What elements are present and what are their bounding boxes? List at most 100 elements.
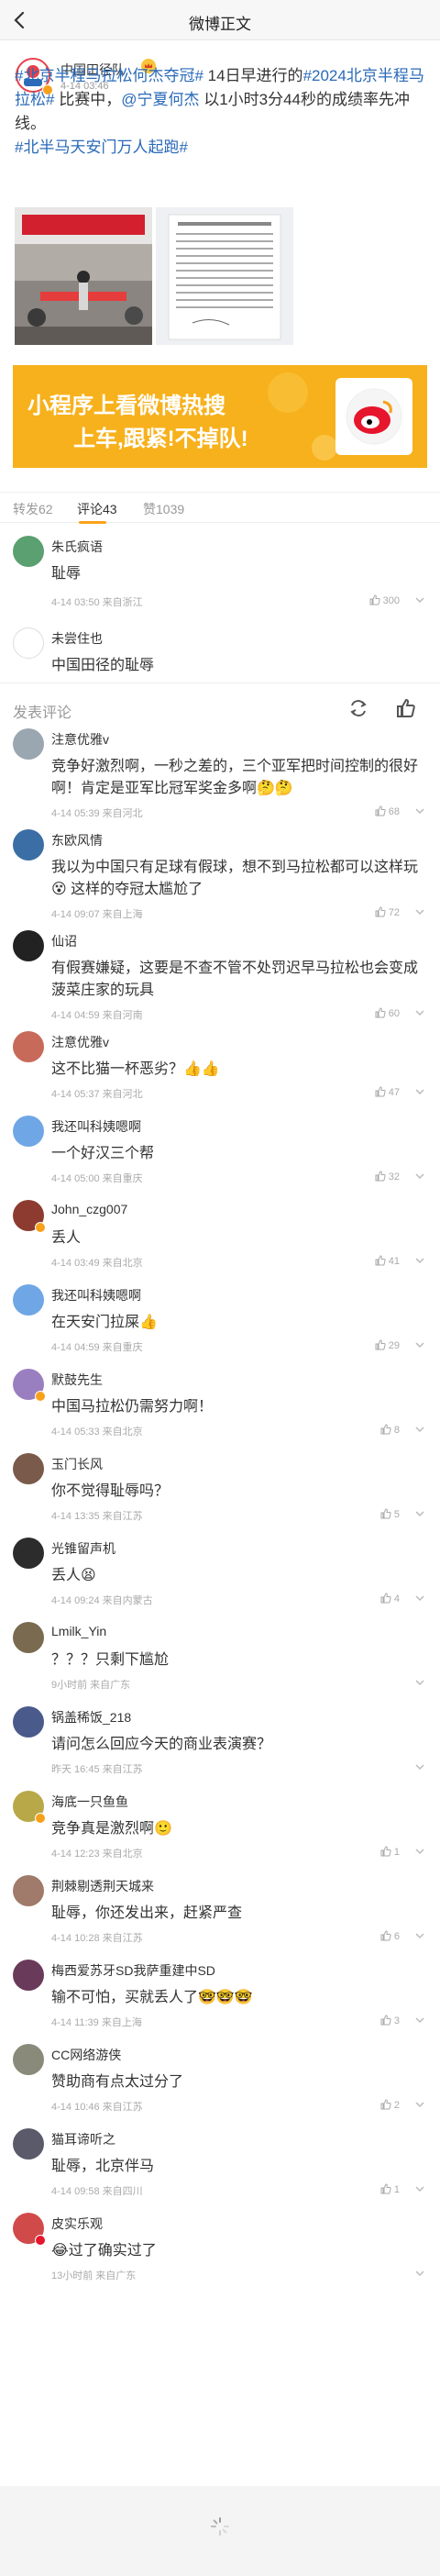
commenter-name[interactable]: 光锥留声机	[51, 1539, 116, 1558]
avatar[interactable]	[13, 829, 44, 861]
like-button[interactable]: 6	[380, 1930, 400, 1942]
like-button[interactable]: 60	[375, 1007, 400, 1019]
like-button[interactable]: 68	[375, 805, 400, 817]
commenter-name[interactable]: 锅盖稀饭_218	[51, 1708, 131, 1727]
commenter-name[interactable]: 海底一只鱼鱼	[51, 1793, 128, 1811]
chevron-down-icon[interactable]	[412, 1506, 427, 1521]
thumbs-up-icon[interactable]	[396, 698, 416, 718]
comment-meta: 4-14 03:49 来自北京	[51, 1258, 143, 1269]
like-button[interactable]: 47	[375, 1086, 400, 1098]
like-button[interactable]: 300	[369, 594, 400, 606]
commenter-name[interactable]: 仙诏	[51, 932, 77, 950]
avatar[interactable]	[13, 1284, 44, 1316]
chevron-down-icon[interactable]	[412, 1005, 427, 1020]
commenter-name[interactable]: 我还叫科姨嗯啊	[51, 1117, 141, 1136]
avatar[interactable]	[13, 1706, 44, 1738]
commenter-name[interactable]: 玉门长风	[51, 1455, 103, 1473]
like-button[interactable]: 72	[375, 906, 400, 918]
chevron-down-icon[interactable]	[412, 1338, 427, 1352]
commenter-name[interactable]: CC网络游侠	[51, 2046, 121, 2064]
thumbs-up-icon	[375, 1171, 386, 1182]
comment-text: 有假赛嫌疑，这要是不查不管不处罚迟早马拉松也会变成菠菜庄家的玩具	[51, 960, 419, 998]
comment-item: 默鼓先生 中国马拉松仍需努力啊！ 4-14 05:33 来自北京 8	[0, 1363, 440, 1448]
comment-item: 海底一只鱼鱼 竞争真是激烈啊🙂 4-14 12:23 来自北京 1	[0, 1785, 440, 1870]
like-button[interactable]: 3	[380, 2015, 400, 2026]
chevron-down-icon[interactable]	[412, 1169, 427, 1183]
like-button[interactable]: 1	[380, 1846, 400, 1858]
chevron-down-icon[interactable]	[412, 2097, 427, 2112]
chevron-down-icon[interactable]	[412, 905, 427, 919]
promo-banner[interactable]: 小程序上看微博热搜 上车,跟紧!不掉队!	[13, 365, 427, 468]
like-button[interactable]: 29	[375, 1339, 400, 1351]
tab-comment[interactable]: 评论43	[77, 500, 117, 518]
thumbs-up-icon	[369, 594, 380, 605]
avatar[interactable]	[13, 2044, 44, 2075]
like-button[interactable]: 1	[380, 2183, 400, 2195]
commenter-name[interactable]: Lmilk_Yin	[51, 1624, 106, 1638]
chevron-down-icon[interactable]	[412, 1844, 427, 1859]
mention-link[interactable]: @宁夏何杰	[121, 91, 199, 108]
comment-item: 梅西爱苏牙SD我萨重建中SD 输不可怕，买就丢人了🤓🤓🤓 4-14 11:39 来自…	[0, 1954, 440, 2038]
avatar[interactable]	[13, 2128, 44, 2160]
commenter-name[interactable]: 注意优雅v	[51, 1033, 109, 1051]
post-image-race-finish[interactable]	[15, 207, 152, 345]
commenter-name[interactable]: 皮实乐观	[51, 2215, 103, 2233]
chevron-down-icon[interactable]	[412, 1760, 427, 1774]
like-button[interactable]: 8	[380, 1424, 400, 1436]
like-button[interactable]: 4	[380, 1593, 400, 1604]
like-button[interactable]: 2	[380, 2099, 400, 2111]
comment-text: 😂过了确实过了	[51, 2243, 157, 2259]
commenter-name[interactable]: 未尝住也	[51, 629, 103, 648]
comment-item: 我还叫科姨嗯啊 一个好汉三个帮 4-14 05:00 来自重庆 32	[0, 1110, 440, 1194]
comment-input[interactable]: 发表评论	[13, 700, 72, 722]
avatar[interactable]	[13, 1031, 44, 1062]
chevron-down-icon[interactable]	[412, 804, 427, 818]
commenter-name[interactable]: 东欧风情	[51, 831, 103, 849]
comment-text: 中国田径的耻辱	[51, 658, 155, 673]
chevron-down-icon[interactable]	[412, 1253, 427, 1268]
chevron-down-icon[interactable]	[412, 1422, 427, 1437]
commenter-name[interactable]: 默鼓先生	[51, 1371, 103, 1389]
commenter-name[interactable]: 梅西爱苏牙SD我萨重建中SD	[51, 1961, 215, 1980]
comment-meta: 9小时前 来自广东	[51, 1680, 131, 1691]
commenter-name[interactable]: 注意优雅v	[51, 730, 109, 749]
commenter-name[interactable]: John_czg007	[51, 1202, 127, 1216]
commenter-name[interactable]: 朱氏疯语	[51, 538, 103, 556]
comment-tabs: 转发62 评论43 赞1039	[0, 492, 440, 524]
chevron-down-icon[interactable]	[412, 2182, 427, 2196]
like-button[interactable]: 5	[380, 1508, 400, 1520]
comment-text: 丢人	[51, 1230, 82, 1246]
comment-text: 耻辱，你还发出来，赶紧严查	[51, 1905, 243, 1921]
post-image-results-sheet[interactable]	[156, 207, 293, 345]
thumbs-up-icon	[380, 1508, 391, 1519]
like-button[interactable]: 32	[375, 1171, 400, 1183]
chevron-down-icon[interactable]	[412, 1928, 427, 1943]
commenter-name[interactable]: 荆棘剔透荆天城来	[51, 1877, 154, 1895]
commenter-name[interactable]: 我还叫科姨嗯啊	[51, 1286, 141, 1305]
avatar[interactable]	[13, 728, 44, 760]
tab-repost[interactable]: 转发62	[13, 500, 53, 518]
topic-link[interactable]: #北京半程马拉松何杰夺冠#	[15, 67, 204, 84]
avatar[interactable]	[13, 627, 44, 659]
avatar[interactable]	[13, 1875, 44, 1906]
chevron-down-icon[interactable]	[412, 1591, 427, 1605]
tab-like[interactable]: 赞1039	[143, 500, 184, 518]
chevron-down-icon[interactable]	[412, 2266, 427, 2281]
avatar[interactable]	[13, 1960, 44, 1991]
avatar[interactable]	[13, 1538, 44, 1569]
topic-link[interactable]: #北半马天安门万人起跑#	[15, 139, 188, 156]
like-button[interactable]: 41	[375, 1255, 400, 1267]
chevron-down-icon[interactable]	[412, 1084, 427, 1099]
chevron-down-icon[interactable]	[412, 593, 427, 607]
avatar[interactable]	[13, 1622, 44, 1653]
repost-icon[interactable]	[348, 698, 368, 718]
comment-text: 竞争好激烈啊，一秒之差的，三个亚军把时间控制的很好啊！肯定是亚军比冠军奖金多啊🤔…	[51, 759, 419, 796]
thumbs-up-icon	[380, 1593, 391, 1604]
chevron-down-icon[interactable]	[412, 2013, 427, 2027]
avatar[interactable]	[13, 536, 44, 567]
avatar[interactable]	[13, 1453, 44, 1484]
chevron-down-icon[interactable]	[412, 1675, 427, 1690]
avatar[interactable]	[13, 1116, 44, 1147]
avatar[interactable]	[13, 930, 44, 961]
commenter-name[interactable]: 猫耳谛听之	[51, 2130, 116, 2149]
